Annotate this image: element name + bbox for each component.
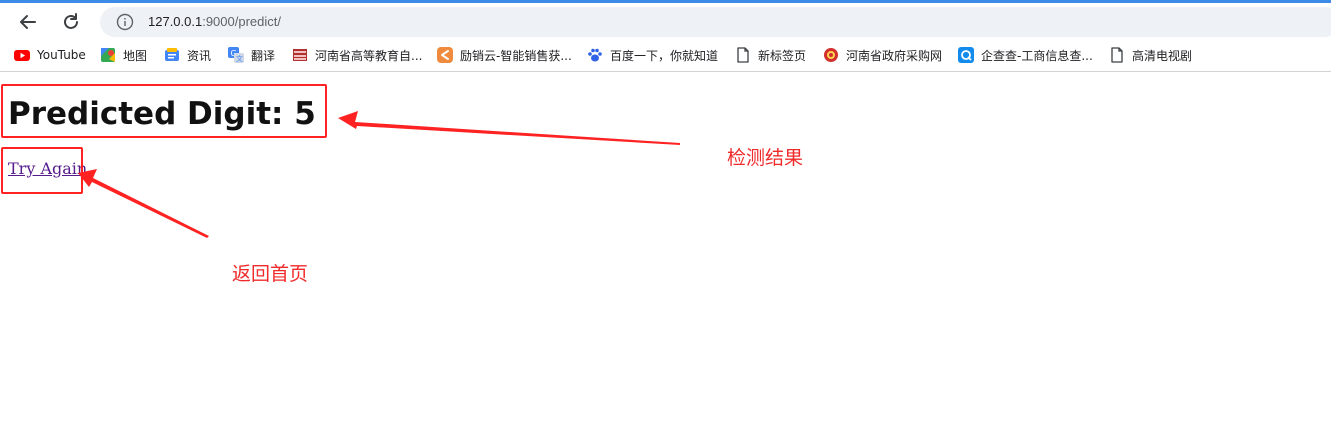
bookmark-label: 新标签页 [758,48,807,63]
page-icon [1109,47,1125,63]
page-icon [735,47,751,63]
return-annotation-label: 返回首页 [232,263,309,285]
annotation-arrows [78,111,680,238]
back-button[interactable] [14,9,42,35]
maps-icon [100,47,116,63]
reload-button[interactable] [57,9,85,35]
result-arrow [338,111,680,145]
bookmark-label: 河南省政府采购网 [846,48,943,63]
bookmark-new-tab[interactable]: 新标签页 [735,45,806,65]
qichacha-icon [958,47,974,63]
bookmark-youtube[interactable]: YouTube [14,45,86,65]
bookmark-label: 励销云-智能销售获... [460,48,572,63]
youtube-icon [14,47,30,63]
url-host: 127.0.0.1 [148,14,203,29]
reload-icon [64,13,78,29]
bookmark-lixiaoyun[interactable]: 励销云-智能销售获... [437,45,572,65]
page-content: Predicted Digit: 5 Try Again 检测结果 返回首页 [0,72,1331,447]
bookmark-label: YouTube [37,48,86,62]
bookmark-label: 地图 [123,48,148,63]
bookmarks-bar: YouTube 地图 资讯 G文 翻译 河南省高等教育自... 励销云-智能销售… [0,39,1331,72]
bookmark-news[interactable]: 资讯 [164,45,211,65]
address-bar[interactable]: 127.0.0.1:9000/predict/ [100,7,1331,37]
bookmark-label: 资讯 [187,48,212,63]
bookmark-education[interactable]: 河南省高等教育自... [292,45,422,65]
education-icon [292,47,308,63]
bookmark-hd-tv[interactable]: 高清电视剧 [1109,45,1192,65]
url-text[interactable]: 127.0.0.1:9000/predict/ [148,7,281,37]
bookmark-baidu[interactable]: 百度一下，你就知道 [587,45,718,65]
result-annotation-label: 检测结果 [727,147,804,169]
bookmark-translate[interactable]: G文 翻译 [228,45,275,65]
news-icon [164,47,180,63]
bookmark-label: 高清电视剧 [1132,48,1193,63]
translate-icon: G文 [228,47,244,63]
info-icon[interactable] [116,13,134,31]
bookmark-gov-procurement[interactable]: 河南省政府采购网 [823,45,942,65]
bookmark-label: 翻译 [251,48,276,63]
browser-toolbar: 127.0.0.1:9000/predict/ [0,3,1331,39]
bookmark-qichacha[interactable]: 企查查-工商信息查... [958,45,1093,65]
gov-emblem-icon [823,47,839,63]
lixiaoyun-icon [437,47,453,63]
bookmark-label: 河南省高等教育自... [315,48,423,63]
url-path: :9000/predict/ [202,14,281,29]
bookmark-label: 企查查-工商信息查... [981,48,1093,63]
svg-text:文: 文 [236,54,243,63]
bookmark-maps[interactable]: 地图 [100,45,147,65]
return-arrow [78,169,209,238]
bookmark-label: 百度一下，你就知道 [610,48,719,63]
baidu-icon [587,47,603,63]
back-arrow-icon [20,15,36,29]
